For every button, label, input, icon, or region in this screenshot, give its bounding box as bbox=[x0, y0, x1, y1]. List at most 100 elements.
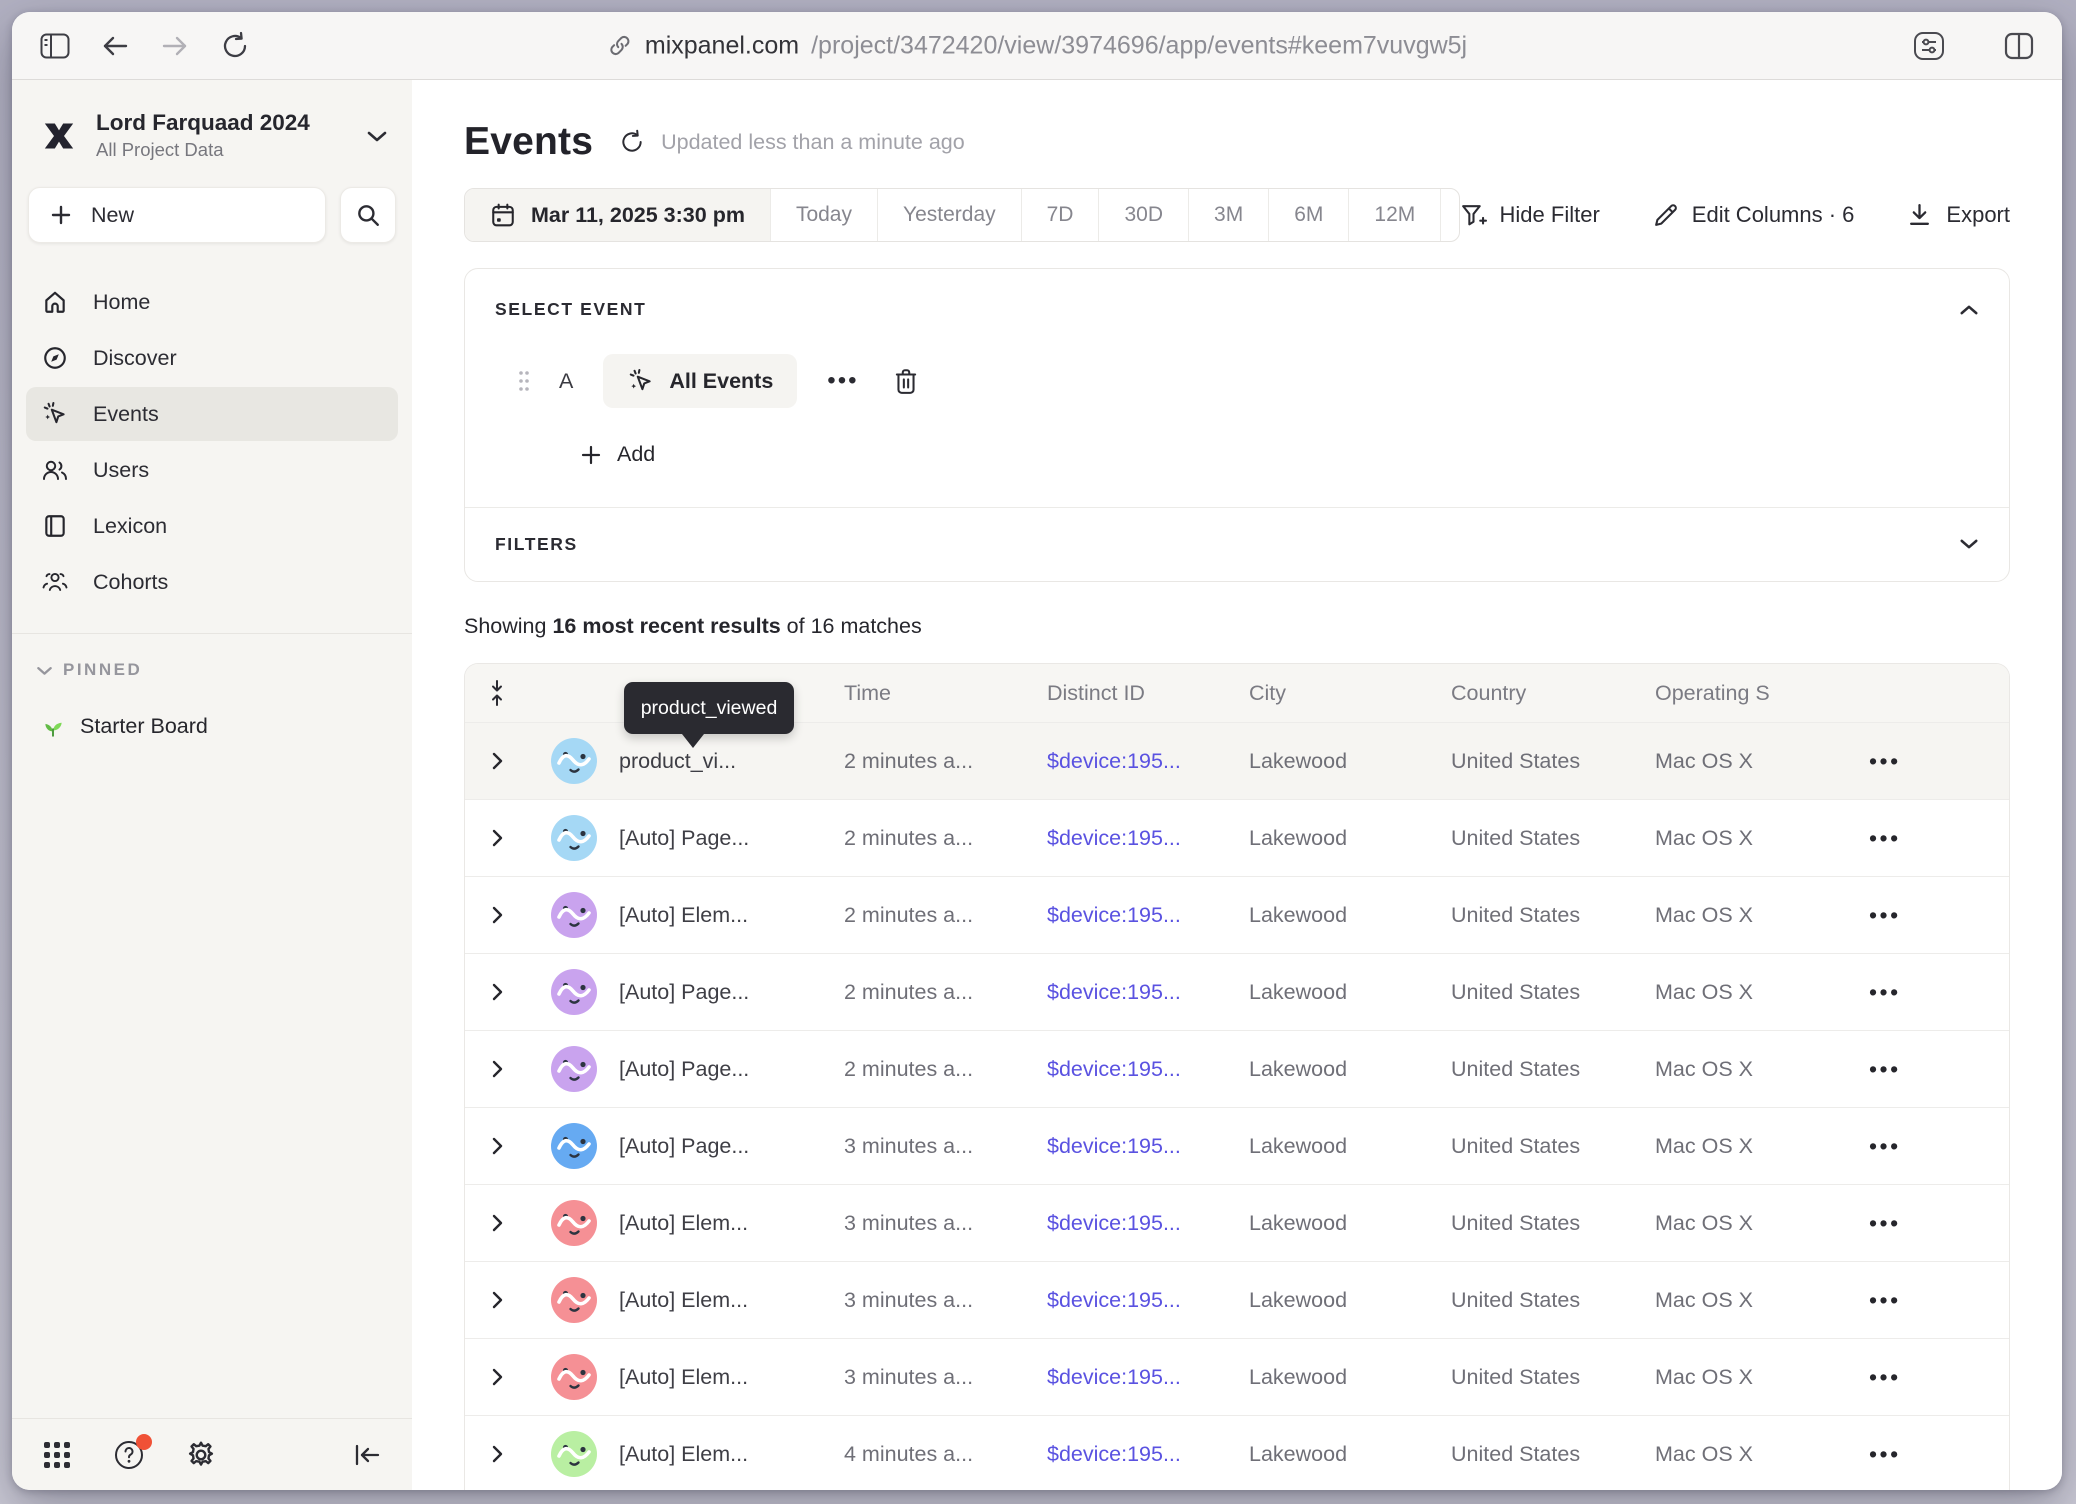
sidebar-item-lexicon[interactable]: Lexicon bbox=[26, 499, 398, 553]
distinct-id-link[interactable]: $device:195... bbox=[1047, 1442, 1249, 1467]
sort-icon[interactable] bbox=[465, 679, 539, 707]
event-avatar bbox=[551, 1277, 597, 1323]
table-row[interactable]: [Auto] Elem... 2 minutes a... $device:19… bbox=[465, 876, 2009, 953]
range-yesterday[interactable]: Yesterday bbox=[877, 189, 1021, 241]
split-view-icon[interactable] bbox=[2002, 29, 2036, 63]
event-os: Mac OS X bbox=[1655, 1288, 1849, 1313]
edit-columns-button[interactable]: Edit Columns · 6 bbox=[1652, 202, 1855, 229]
sidebar-item-discover[interactable]: Discover bbox=[26, 331, 398, 385]
distinct-id-link[interactable]: $device:195... bbox=[1047, 903, 1249, 928]
delete-event-icon[interactable] bbox=[893, 367, 919, 395]
date-picker[interactable]: Mar 11, 2025 3:30 pm bbox=[465, 189, 770, 241]
range-xtd[interactable]: XTD bbox=[1440, 189, 1459, 241]
event-country: United States bbox=[1451, 1365, 1655, 1390]
expand-section-icon[interactable] bbox=[1959, 538, 1979, 551]
help-icon[interactable] bbox=[112, 1438, 146, 1472]
distinct-id-link[interactable]: $device:195... bbox=[1047, 1365, 1249, 1390]
expand-row-icon[interactable] bbox=[465, 1290, 539, 1310]
event-name: [Auto] Elem... bbox=[619, 1442, 844, 1467]
sidebar-item-events[interactable]: Events bbox=[26, 387, 398, 441]
table-row[interactable]: [Auto] Page... 2 minutes a... $device:19… bbox=[465, 1030, 2009, 1107]
pinned-section-toggle[interactable]: PINNED bbox=[36, 660, 388, 680]
range-today[interactable]: Today bbox=[770, 189, 877, 241]
distinct-id-link[interactable]: $device:195... bbox=[1047, 1288, 1249, 1313]
collapse-sidebar-icon[interactable] bbox=[350, 1438, 384, 1472]
table-row[interactable]: [Auto] Page... 2 minutes a... $device:19… bbox=[465, 953, 2009, 1030]
row-more-icon[interactable]: ••• bbox=[1849, 1133, 2009, 1160]
range-6m[interactable]: 6M bbox=[1268, 189, 1348, 241]
sidebar-item-starter-board[interactable]: Starter Board bbox=[26, 700, 398, 752]
sidebar-item-cohorts[interactable]: Cohorts bbox=[26, 555, 398, 609]
expand-row-icon[interactable] bbox=[465, 751, 539, 771]
sidebar-item-users[interactable]: Users bbox=[26, 443, 398, 497]
distinct-id-link[interactable]: $device:195... bbox=[1047, 1057, 1249, 1082]
column-country[interactable]: Country bbox=[1451, 681, 1655, 706]
table-row[interactable]: [Auto] Elem... 4 minutes a... $device:19… bbox=[465, 1415, 2009, 1490]
export-button[interactable]: Export bbox=[1906, 202, 2010, 229]
drag-handle-icon[interactable] bbox=[517, 368, 531, 394]
event-time: 2 minutes a... bbox=[844, 749, 1047, 774]
forward-button[interactable] bbox=[158, 29, 192, 63]
row-more-icon[interactable]: ••• bbox=[1849, 1441, 2009, 1468]
table-row[interactable]: [Auto] Page... 3 minutes a... $device:19… bbox=[465, 1107, 2009, 1184]
back-button[interactable] bbox=[98, 29, 132, 63]
range-30d[interactable]: 30D bbox=[1098, 189, 1188, 241]
column-os[interactable]: Operating S bbox=[1655, 681, 1849, 706]
project-switcher[interactable]: Lord Farquaad 2024 All Project Data bbox=[12, 80, 412, 161]
row-more-icon[interactable]: ••• bbox=[1849, 1056, 2009, 1083]
row-more-icon[interactable]: ••• bbox=[1849, 1287, 2009, 1314]
event-more-icon[interactable]: ••• bbox=[827, 367, 858, 395]
column-time[interactable]: Time bbox=[844, 681, 1047, 706]
seedling-icon bbox=[40, 713, 66, 739]
sidebar-item-home[interactable]: Home bbox=[26, 275, 398, 329]
expand-row-icon[interactable] bbox=[465, 905, 539, 925]
link-icon bbox=[607, 33, 633, 59]
row-more-icon[interactable]: ••• bbox=[1849, 748, 2009, 775]
expand-row-icon[interactable] bbox=[465, 828, 539, 848]
row-more-icon[interactable]: ••• bbox=[1849, 825, 2009, 852]
event-avatar bbox=[551, 1200, 597, 1246]
event-city: Lakewood bbox=[1249, 749, 1451, 774]
table-row[interactable]: [Auto] Elem... 3 minutes a... $device:19… bbox=[465, 1338, 2009, 1415]
distinct-id-link[interactable]: $device:195... bbox=[1047, 1134, 1249, 1159]
distinct-id-link[interactable]: $device:195... bbox=[1047, 980, 1249, 1005]
apps-grid-icon[interactable] bbox=[40, 1438, 74, 1472]
gear-icon[interactable] bbox=[184, 1438, 218, 1472]
event-name-tooltip: product_viewed bbox=[624, 682, 794, 734]
row-more-icon[interactable]: ••• bbox=[1849, 1364, 2009, 1391]
row-more-icon[interactable]: ••• bbox=[1849, 1210, 2009, 1237]
expand-row-icon[interactable] bbox=[465, 982, 539, 1002]
event-selector[interactable]: All Events bbox=[603, 354, 797, 408]
page-settings-icon[interactable] bbox=[1912, 29, 1946, 63]
table-row[interactable]: [Auto] Elem... 3 minutes a... $device:19… bbox=[465, 1184, 2009, 1261]
new-button[interactable]: New bbox=[28, 187, 326, 243]
expand-row-icon[interactable] bbox=[465, 1213, 539, 1233]
range-12m[interactable]: 12M bbox=[1348, 189, 1440, 241]
expand-row-icon[interactable] bbox=[465, 1136, 539, 1156]
row-more-icon[interactable]: ••• bbox=[1849, 902, 2009, 929]
range-7d[interactable]: 7D bbox=[1021, 189, 1099, 241]
distinct-id-link[interactable]: $device:195... bbox=[1047, 1211, 1249, 1236]
reload-button[interactable] bbox=[218, 29, 252, 63]
expand-row-icon[interactable] bbox=[465, 1367, 539, 1387]
column-distinct-id[interactable]: Distinct ID bbox=[1047, 681, 1249, 706]
sidebar-toggle-icon[interactable] bbox=[38, 29, 72, 63]
hide-filter-button[interactable]: Hide Filter bbox=[1460, 202, 1600, 229]
distinct-id-link[interactable]: $device:195... bbox=[1047, 749, 1249, 774]
distinct-id-link[interactable]: $device:195... bbox=[1047, 826, 1249, 851]
table-row[interactable]: [Auto] Page... 2 minutes a... $device:19… bbox=[465, 799, 2009, 876]
add-event-button[interactable]: Add bbox=[579, 442, 1979, 467]
table-row[interactable]: [Auto] Elem... 3 minutes a... $device:19… bbox=[465, 1261, 2009, 1338]
expand-row-icon[interactable] bbox=[465, 1059, 539, 1079]
expand-row-icon[interactable] bbox=[465, 1444, 539, 1464]
refresh-icon[interactable] bbox=[619, 129, 645, 155]
book-icon bbox=[41, 512, 69, 540]
range-3m[interactable]: 3M bbox=[1188, 189, 1268, 241]
search-button[interactable] bbox=[340, 187, 396, 243]
column-city[interactable]: City bbox=[1249, 681, 1451, 706]
row-more-icon[interactable]: ••• bbox=[1849, 979, 2009, 1006]
event-name: [Auto] Elem... bbox=[619, 1288, 844, 1313]
url-domain: mixpanel.com bbox=[645, 31, 799, 60]
url-bar[interactable]: mixpanel.com/project/3472420/view/397469… bbox=[607, 31, 1467, 60]
collapse-section-icon[interactable] bbox=[1959, 303, 1979, 316]
